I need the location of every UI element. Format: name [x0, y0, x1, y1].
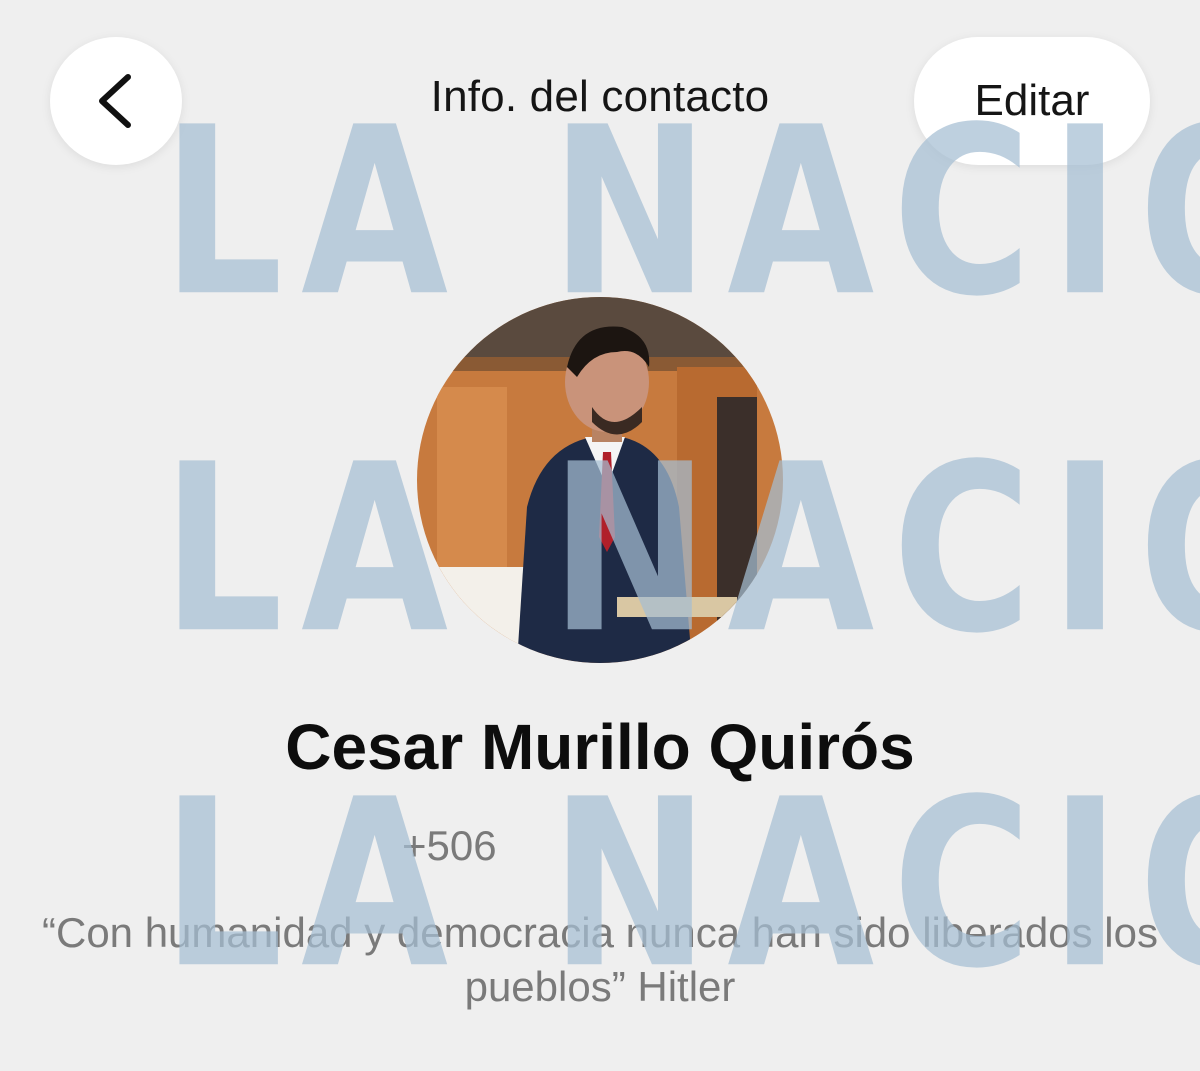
avatar[interactable] [417, 297, 783, 663]
page-title: Info. del contacto [430, 72, 770, 121]
phone-number[interactable]: +506 [402, 822, 497, 870]
profile-photo [417, 297, 783, 663]
watermark-text: LA NACIÓN [162, 77, 1200, 348]
edit-button[interactable]: Editar [914, 37, 1150, 165]
contact-name: Cesar Murillo Quirós [285, 711, 915, 783]
contact-status: “Con humanidad y democracia nunca han si… [42, 909, 1158, 1010]
back-button[interactable] [50, 37, 182, 165]
chevron-left-icon [99, 74, 131, 128]
